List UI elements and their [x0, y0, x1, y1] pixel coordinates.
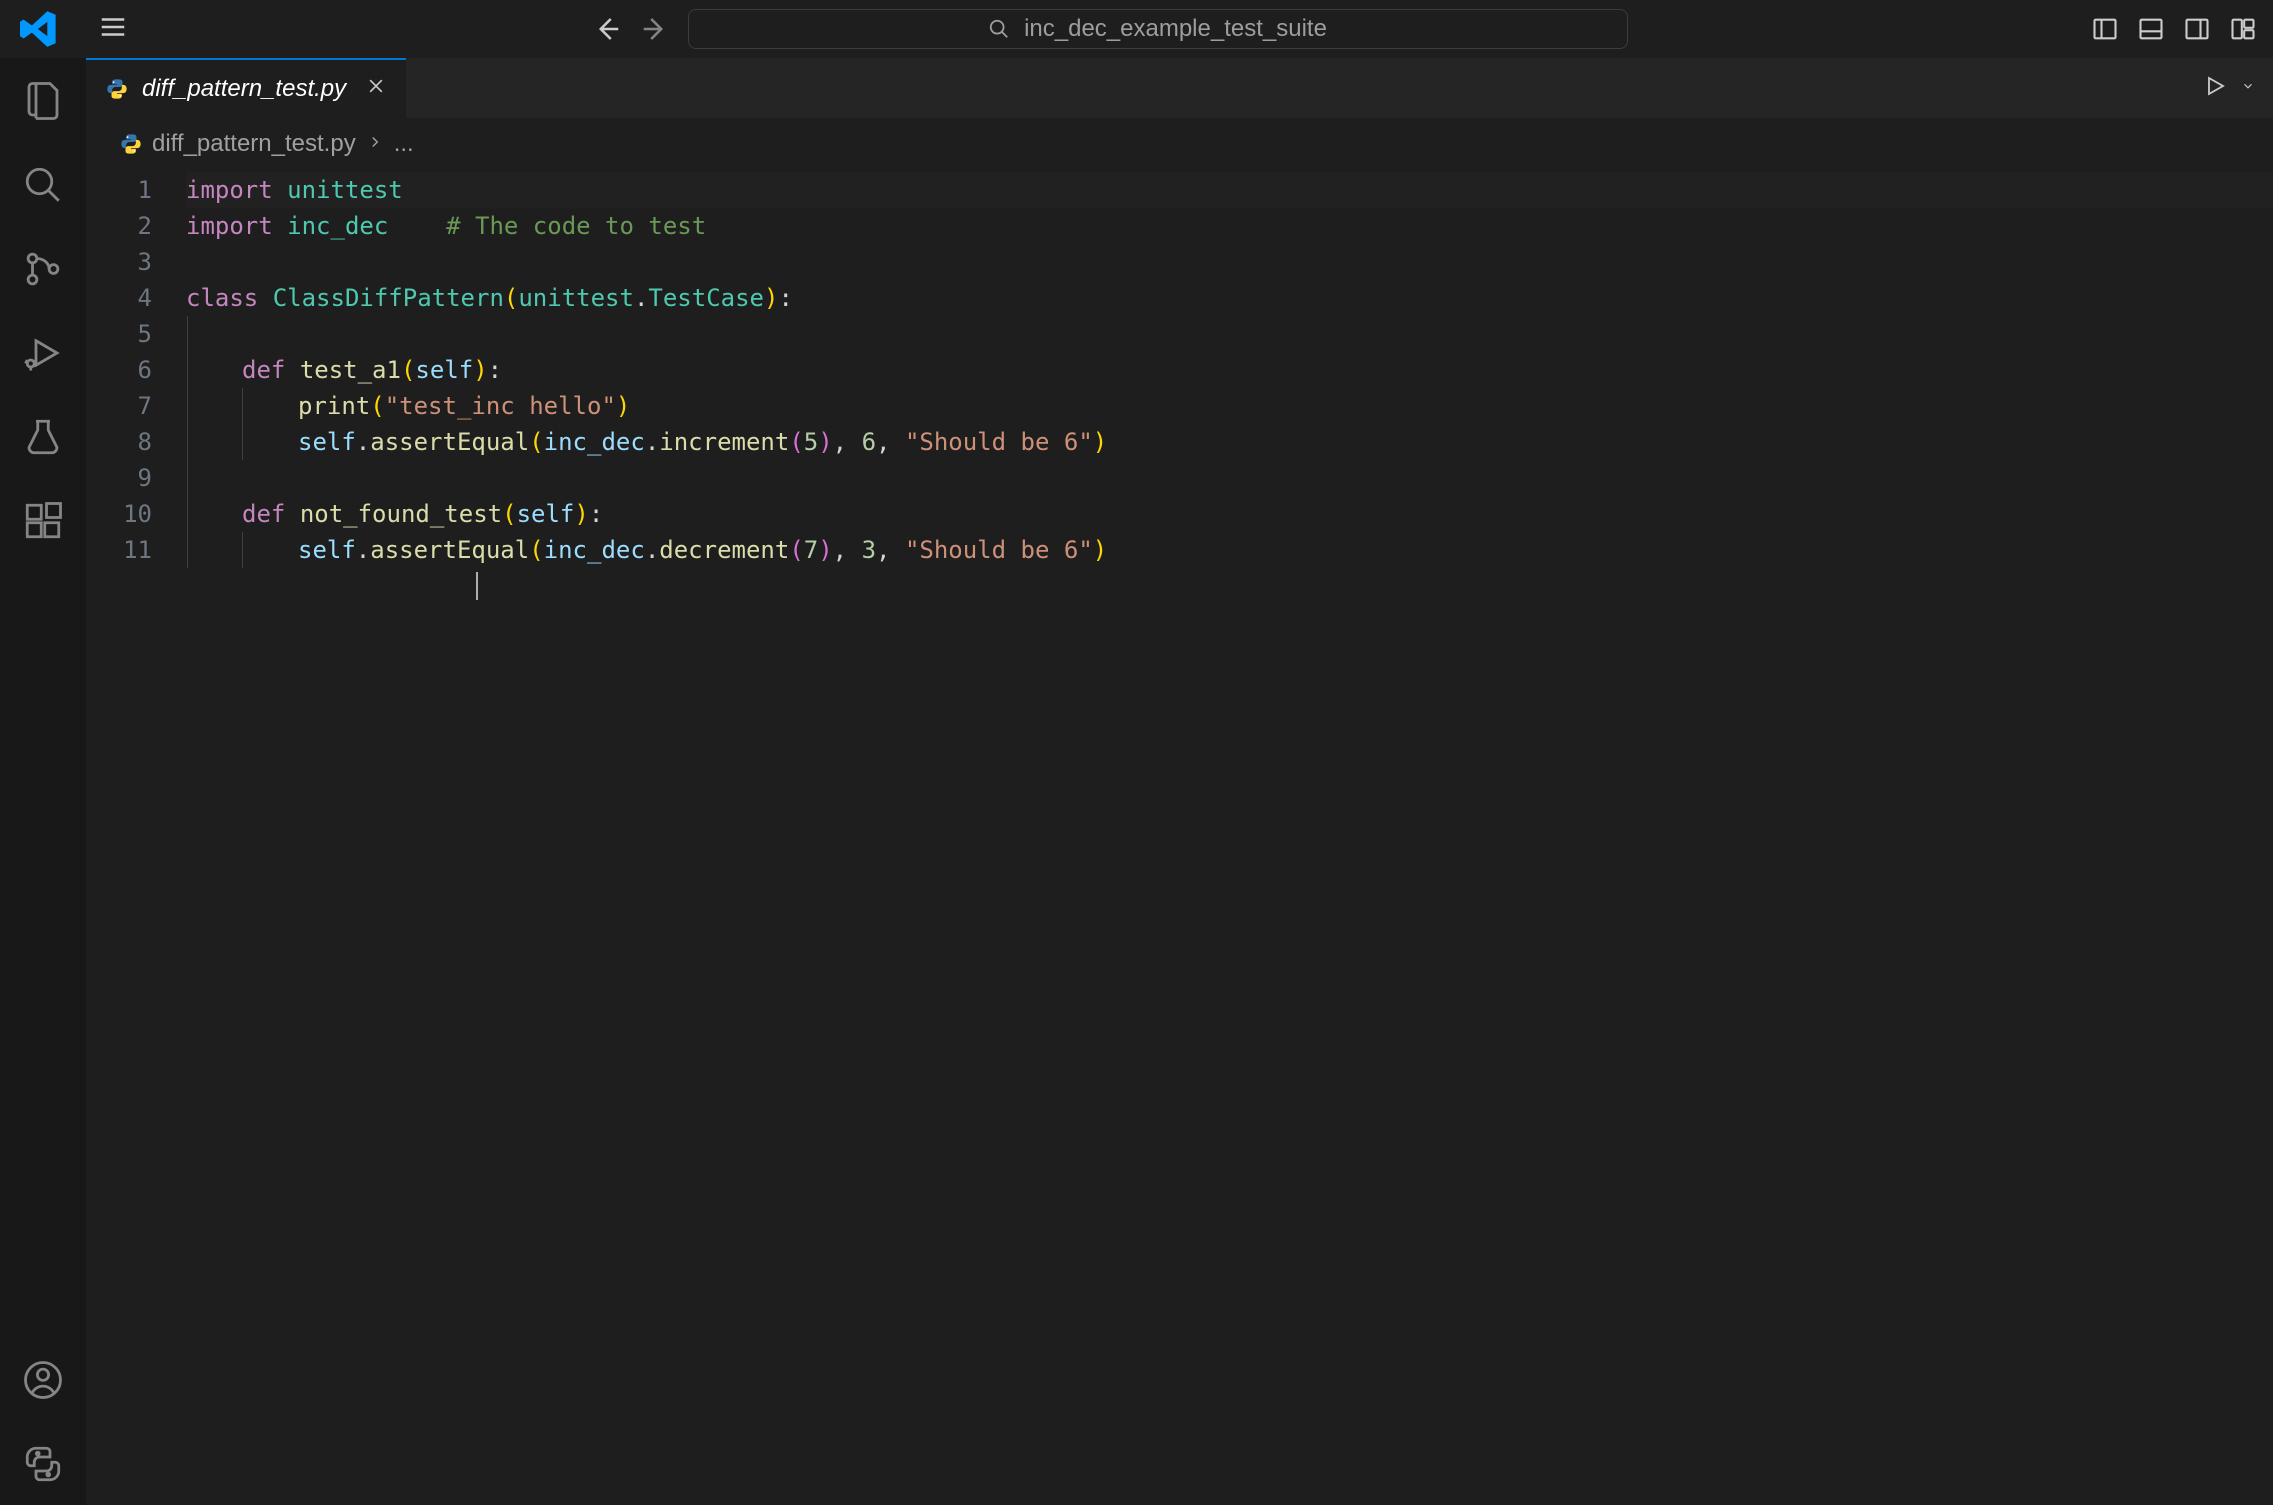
code-editor[interactable]: 1 2 3 4 5 6 7 8 9 10 11 import unittest …: [86, 170, 2273, 1505]
run-debug-icon[interactable]: [22, 332, 64, 374]
menu-icon[interactable]: [98, 12, 128, 47]
breadcrumb-file: diff_pattern_test.py: [152, 130, 356, 158]
nav-forward-button[interactable]: [640, 14, 670, 44]
explorer-icon[interactable]: [22, 80, 64, 122]
activity-bar: [0, 58, 86, 1505]
tab-filename: diff_pattern_test.py: [142, 75, 346, 103]
toggle-panel-icon[interactable]: [2137, 15, 2165, 43]
customize-layout-icon[interactable]: [2229, 15, 2257, 43]
chevron-right-icon: [366, 130, 384, 158]
nav-back-button[interactable]: [592, 14, 622, 44]
settings-python-icon[interactable]: [22, 1443, 64, 1485]
source-control-icon[interactable]: [22, 248, 64, 290]
breadcrumbs[interactable]: diff_pattern_test.py ...: [86, 118, 2273, 170]
code-content[interactable]: import unittest import inc_dec # The cod…: [186, 172, 2273, 1505]
editor-tabs: diff_pattern_test.py: [86, 58, 2273, 118]
extensions-icon[interactable]: [22, 500, 64, 542]
testing-icon[interactable]: [22, 416, 64, 458]
search-icon: [988, 18, 1010, 40]
python-file-icon: [120, 133, 142, 155]
python-file-icon: [106, 78, 128, 100]
toggle-primary-sidebar-icon[interactable]: [2091, 15, 2119, 43]
run-dropdown-icon[interactable]: [2241, 79, 2255, 98]
accounts-icon[interactable]: [22, 1359, 64, 1401]
tab-diff-pattern-test[interactable]: diff_pattern_test.py: [86, 58, 406, 118]
run-file-button[interactable]: [2203, 74, 2227, 103]
command-center-text: inc_dec_example_test_suite: [1024, 15, 1327, 43]
command-center-search[interactable]: inc_dec_example_test_suite: [688, 9, 1628, 49]
toggle-secondary-sidebar-icon[interactable]: [2183, 15, 2211, 43]
close-tab-button[interactable]: [366, 75, 386, 103]
search-icon[interactable]: [22, 164, 64, 206]
line-number-gutter: 1 2 3 4 5 6 7 8 9 10 11: [86, 172, 186, 1505]
text-cursor: [476, 572, 478, 600]
breadcrumb-more: ...: [394, 130, 414, 158]
vscode-logo-icon: [20, 10, 58, 48]
title-bar: inc_dec_example_test_suite: [0, 0, 2273, 58]
